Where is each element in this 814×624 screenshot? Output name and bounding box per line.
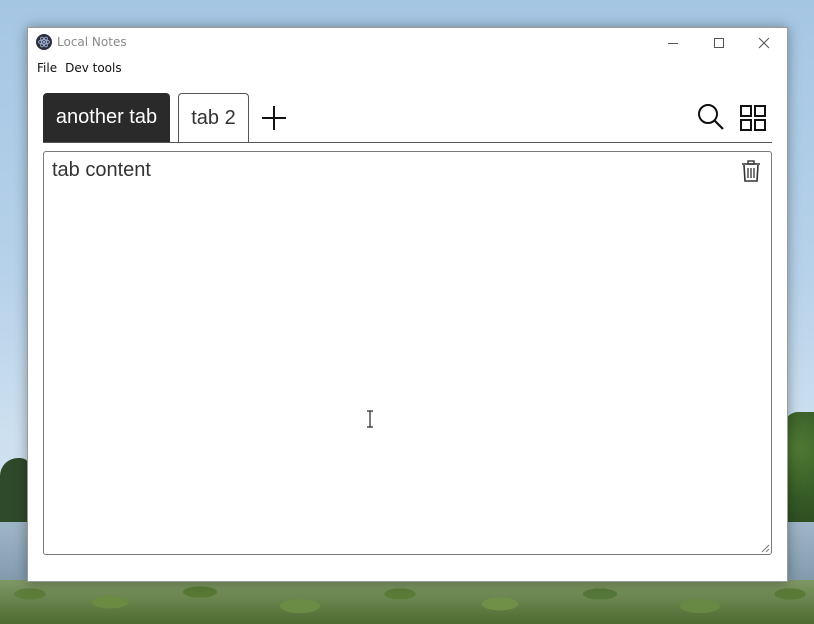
tab-tab-2[interactable]: tab 2 xyxy=(178,93,249,142)
plus-icon xyxy=(262,106,286,130)
window-title: Local Notes xyxy=(57,35,127,49)
wallpaper-lily-pads xyxy=(0,580,814,624)
minimize-button[interactable] xyxy=(650,28,696,57)
trash-icon xyxy=(742,160,760,182)
close-window-button[interactable] xyxy=(741,28,787,57)
search-icon xyxy=(698,104,724,130)
menu-file[interactable]: File xyxy=(33,58,61,78)
app-window: Local Notes File Dev tools another tab t… xyxy=(27,27,788,582)
menu-dev-tools[interactable]: Dev tools xyxy=(61,58,126,78)
delete-tab-button[interactable] xyxy=(741,160,761,182)
add-tab-button[interactable] xyxy=(259,103,289,133)
menu-bar: File Dev tools xyxy=(28,57,787,79)
tab-another-tab[interactable]: another tab xyxy=(43,93,170,142)
wallpaper-trees-right xyxy=(784,412,814,532)
title-bar[interactable]: Local Notes xyxy=(28,28,787,57)
text-cursor-icon xyxy=(367,410,373,428)
grid-view-button[interactable] xyxy=(740,105,766,131)
grid-icon xyxy=(740,105,766,131)
maximize-icon xyxy=(714,37,724,48)
wallpaper-trees-left xyxy=(0,458,30,528)
app-logo-icon xyxy=(36,34,52,50)
tab-strip: another tab tab 2 xyxy=(43,93,772,143)
search-button[interactable] xyxy=(697,103,725,131)
maximize-button[interactable] xyxy=(696,28,742,57)
resize-grip-icon[interactable] xyxy=(760,543,770,553)
note-content[interactable]: tab content xyxy=(52,159,151,182)
minimize-icon xyxy=(668,42,678,44)
note-editor[interactable]: tab content xyxy=(43,151,772,555)
close-icon xyxy=(758,37,770,48)
